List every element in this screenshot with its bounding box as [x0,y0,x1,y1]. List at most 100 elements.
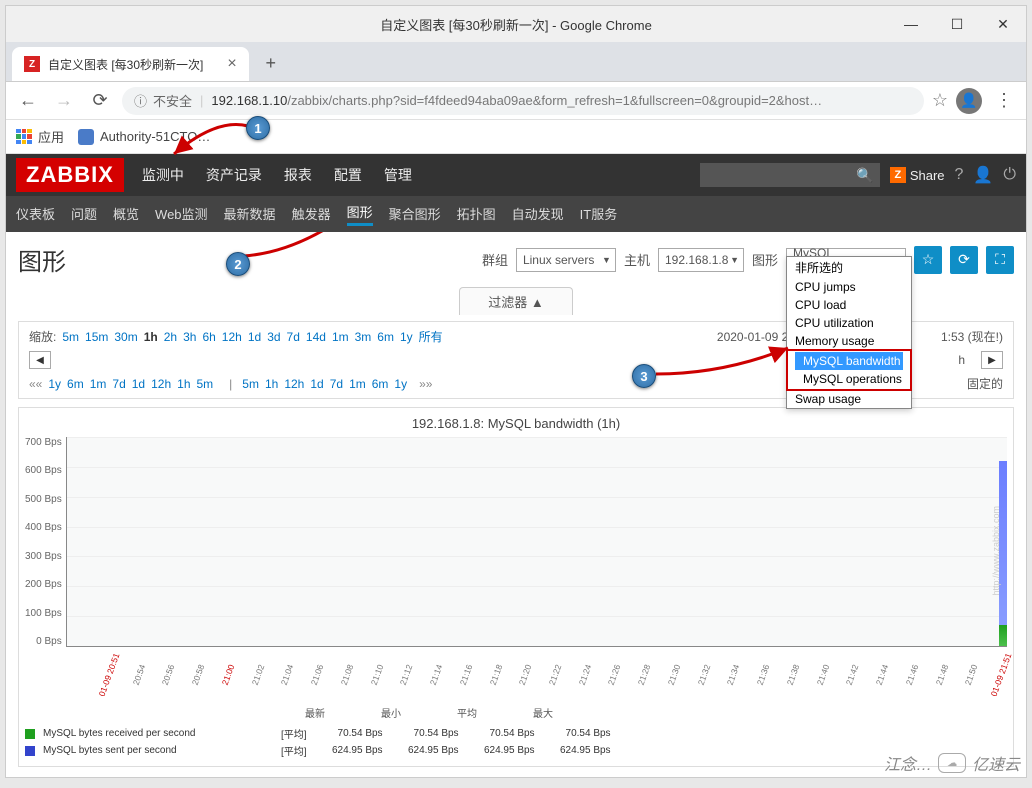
legend-row: MySQL bytes received per second [平均] 70.… [25,726,1007,741]
group-select[interactable]: Linux servers [516,248,616,272]
subnav-latest[interactable]: 最新数据 [224,204,276,225]
zoom-option[interactable]: 5m [62,330,79,344]
subnav-triggers[interactable]: 触发器 [292,204,331,225]
nav-step[interactable]: 5m [242,377,259,391]
nav-step[interactable]: 6m [67,377,84,391]
zoom-option[interactable]: 1h [144,330,158,344]
bookmarks-bar: 应用 Authority-51CTO… 1 [6,120,1026,154]
fullscreen-button[interactable]: ⛶ [986,246,1014,274]
subnav-problems[interactable]: 问题 [71,204,97,225]
apps-shortcut[interactable]: 应用 [16,127,64,146]
nav-config[interactable]: 配置 [330,165,366,185]
address-bar[interactable]: ⓘ 不安全 | 192.168.1.10 /zabbix/charts.php?… [122,87,924,115]
browser-tab-title: 自定义图表 [每30秒刷新一次] [48,56,203,73]
host-select[interactable]: 192.168.1.8 [658,248,744,272]
step-prev-button[interactable]: ◀ [29,351,51,369]
nav-step[interactable]: 5m [197,377,214,391]
y-axis: 700 Bps600 Bps500 Bps400 Bps300 Bps200 B… [25,437,66,647]
new-tab-button[interactable]: + [257,49,285,77]
nav-step[interactable]: 1m [90,377,107,391]
subnav-screens[interactable]: 聚合图形 [389,204,441,225]
share-link[interactable]: Z Share [890,167,945,183]
subnav-web[interactable]: Web监测 [155,204,208,225]
nav-step[interactable]: 1h [265,377,278,391]
dropdown-item[interactable]: 非所选的 [787,257,911,278]
browser-toolbar: ← → ⟳ ⓘ 不安全 | 192.168.1.10 /zabbix/chart… [6,82,1026,120]
menu-icon[interactable]: ⋮ [990,87,1018,115]
nav-last[interactable]: »» [419,377,432,391]
zoom-option[interactable]: 15m [85,330,108,344]
window-close-button[interactable]: ✕ [980,6,1026,42]
dropdown-item[interactable]: CPU utilization [787,314,911,332]
nav-step[interactable]: 1y [394,377,407,391]
zabbix-logo[interactable]: ZABBIX [16,158,124,192]
help-icon[interactable]: ? [955,166,964,184]
zoom-option[interactable]: 1m [332,330,349,344]
dropdown-item-selected[interactable]: MySQL bandwidth [795,352,903,370]
dropdown-item[interactable]: MySQL operations [795,370,903,388]
nav-inventory[interactable]: 资产记录 [202,165,266,185]
host-label: 主机 [624,250,650,269]
dropdown-item[interactable]: CPU jumps [787,278,911,296]
zoom-option[interactable]: 1y [400,330,413,344]
nav-step[interactable]: 7d [330,377,343,391]
zoom-option[interactable]: 14d [306,330,326,344]
nav-step[interactable]: 1m [349,377,366,391]
legend-swatch [25,746,35,756]
zoom-option[interactable]: 7d [287,330,300,344]
zoom-option[interactable]: 所有 [419,330,443,344]
nav-step[interactable]: 1h [177,377,190,391]
nav-step[interactable]: 12h [151,377,171,391]
zoom-option[interactable]: 3m [355,330,372,344]
subnav-graphs[interactable]: 图形 [347,202,373,226]
nav-step[interactable]: 1d [310,377,323,391]
step-next-button[interactable]: ▶ [981,351,1003,369]
window-minimize-button[interactable]: — [888,6,934,42]
window-maximize-button[interactable]: ☐ [934,6,980,42]
zoom-option[interactable]: 6m [377,330,394,344]
bookmark-link[interactable]: Authority-51CTO… [78,129,210,145]
profile-icon[interactable]: 👤 [956,88,982,114]
nav-step[interactable]: 7d [112,377,125,391]
power-icon[interactable]: ⏻ [1003,166,1016,184]
dropdown-item[interactable]: Memory usage [787,332,911,350]
zoom-option[interactable]: 1d [248,330,261,344]
refresh-button[interactable]: ⟳ [950,246,978,274]
favorite-button[interactable]: ☆ [914,246,942,274]
nav-step[interactable]: 6m [372,377,389,391]
apps-grid-icon [16,129,32,145]
reload-button[interactable]: ⟳ [86,87,114,115]
bookmark-star-icon[interactable]: ☆ [932,90,948,111]
subnav-overview[interactable]: 概览 [113,204,139,225]
dropdown-item[interactable]: CPU load [787,296,911,314]
subnav-maps[interactable]: 拓扑图 [457,204,496,225]
nav-admin[interactable]: 管理 [380,165,416,185]
zoom-option[interactable]: 30m [114,330,137,344]
fixed-label[interactable]: 固定的 [967,375,1003,392]
dropdown-item[interactable]: Swap usage [787,390,911,408]
user-icon[interactable]: 👤 [973,165,993,185]
nav-step[interactable]: 1y [48,377,61,391]
search-icon[interactable]: 🔍 [856,167,873,184]
subnav-discovery[interactable]: 自动发现 [512,204,564,225]
subnav-itservices[interactable]: IT服务 [580,204,618,225]
nav-reports[interactable]: 报表 [280,165,316,185]
zoom-option[interactable]: 2h [164,330,177,344]
subnav-dashboard[interactable]: 仪表板 [16,204,55,225]
back-button[interactable]: ← [14,87,42,115]
zoom-option[interactable]: 3h [183,330,196,344]
forward-button[interactable]: → [50,87,78,115]
graph-dropdown[interactable]: 非所选的 CPU jumps CPU load CPU utilization … [786,256,912,409]
nav-monitoring[interactable]: 监测中 [138,165,188,185]
zabbix-subnav: 仪表板 问题 概览 Web监测 最新数据 触发器 图形 聚合图形 拓扑图 自动发… [6,196,1026,232]
tab-close-icon[interactable]: × [227,55,236,73]
nav-step[interactable]: 12h [284,377,304,391]
filter-toggle[interactable]: 过滤器 ▲ [459,287,572,315]
browser-tab[interactable]: Z 自定义图表 [每30秒刷新一次] × [12,47,249,81]
zoom-option[interactable]: 6h [202,330,215,344]
zoom-option[interactable]: 3d [267,330,280,344]
zoom-option[interactable]: 12h [222,330,242,344]
search-input[interactable] [700,163,880,187]
nav-first[interactable]: «« [29,377,42,391]
nav-step[interactable]: 1d [132,377,145,391]
